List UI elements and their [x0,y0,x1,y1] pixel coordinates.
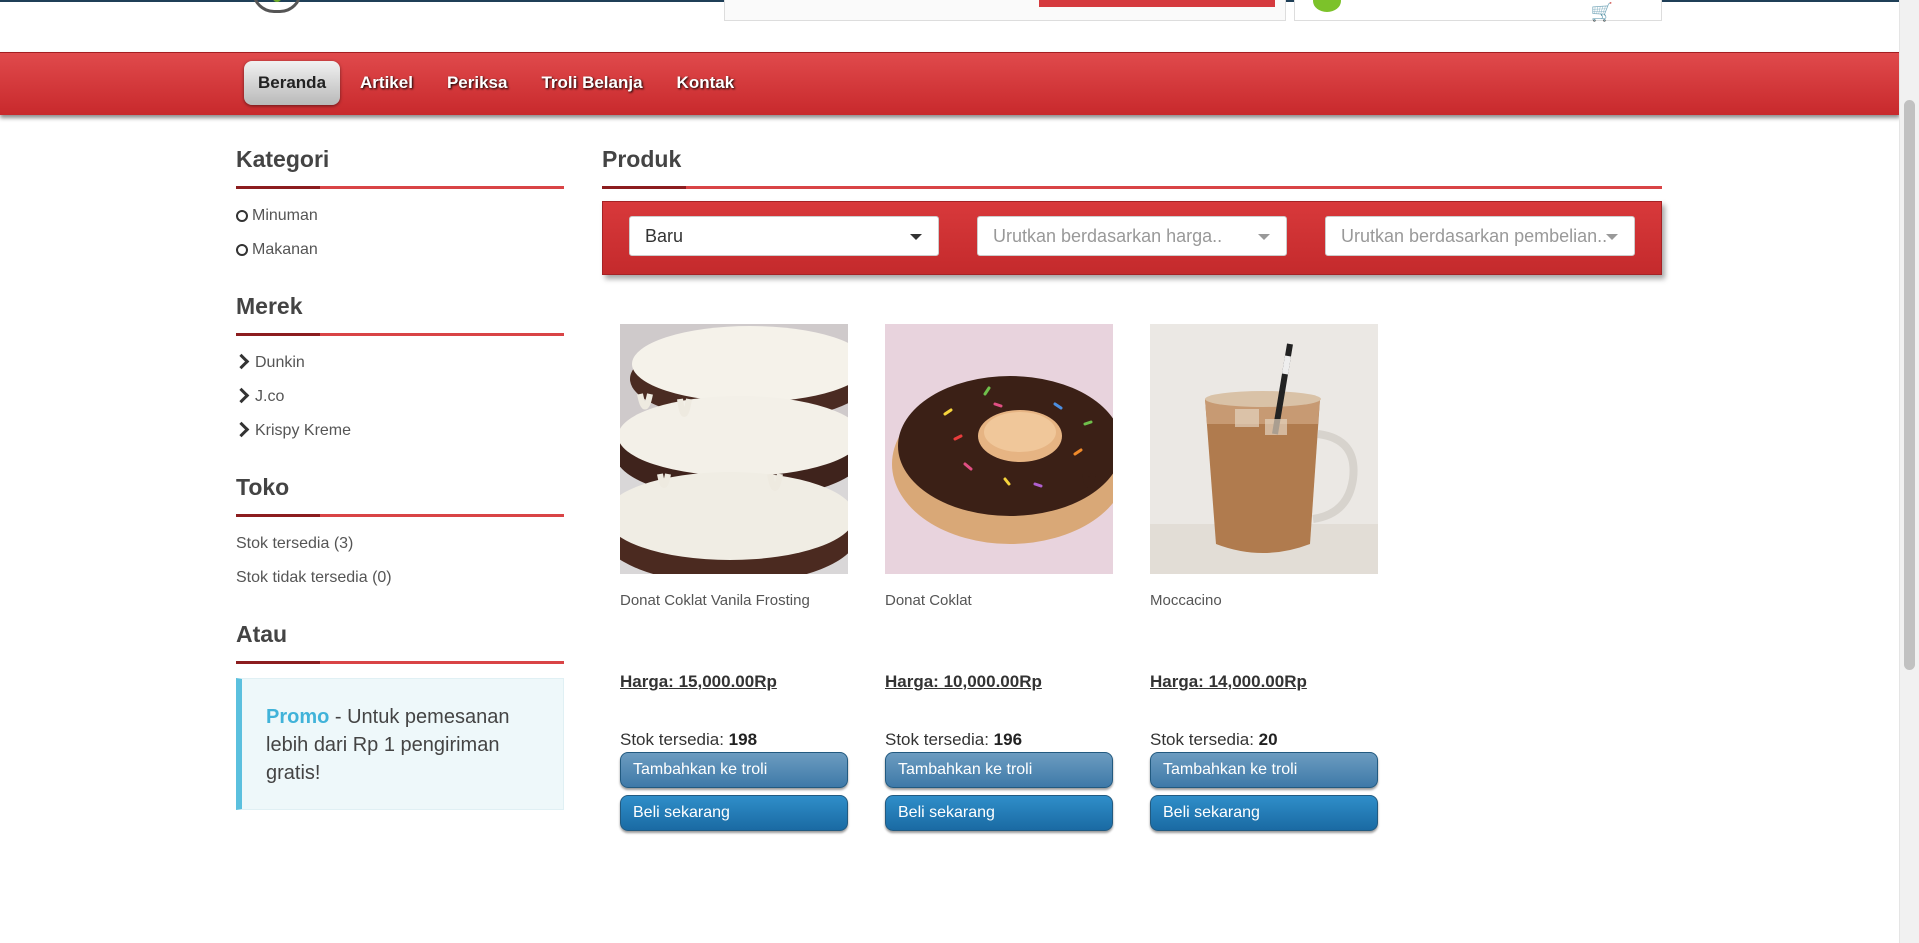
circle-bullet-icon [236,209,248,222]
product-image[interactable] [885,324,1113,574]
brand-section: Merek Dunkin J.co Krispy Kreme [233,293,564,448]
site-header: 🛒 [0,0,1900,52]
product-image[interactable] [620,324,848,574]
product-price[interactable]: Harga: 15,000.00Rp [620,672,777,692]
or-section: Atau Promo - Untuk pemesanan lebih dari … [236,621,564,810]
filter-bar: Baru Urutkan berdasarkan harga.. Urutkan… [602,201,1662,275]
or-title: Atau [236,621,288,647]
add-to-cart-button[interactable]: Tambahkan ke troli [620,752,848,788]
header-cart-widget[interactable]: 🛒 [1294,0,1662,23]
promo-label: Promo [266,706,330,728]
section-divider [602,186,1662,189]
scrollbar-thumb[interactable] [1904,100,1915,670]
price-sort-placeholder: Urutkan berdasarkan harga.. [993,226,1223,246]
price-sort-select[interactable]: Urutkan berdasarkan harga.. [977,216,1287,256]
header-search-area[interactable] [724,0,1286,21]
newest-select[interactable]: Baru [629,216,939,256]
stock-label: Stok tersedia: [1150,730,1259,749]
stock-available-filter[interactable]: Stok tersedia (3) [236,527,564,561]
chevron-right-icon [233,421,250,438]
purchase-sort-placeholder: Urutkan berdasarkan pembelian.. [1341,226,1608,246]
nav-item-kontak[interactable]: Kontak [663,61,749,105]
product-stock: Stok tersedia: 20 [1150,730,1378,750]
stock-value: 198 [728,730,758,749]
brand-label: J.co [255,388,285,405]
brand-label: Dunkin [255,354,305,371]
purchase-sort-select[interactable]: Urutkan berdasarkan pembelian.. [1325,216,1635,256]
stock-unavailable-filter[interactable]: Stok tidak tersedia (0) [236,561,564,595]
product-card: Moccacino Harga: 14,000.00Rp Stok tersed… [1150,324,1378,831]
brand-item-krispy-kreme[interactable]: Krispy Kreme [233,414,564,448]
section-divider [236,661,564,664]
store-section: Toko Stok tersedia (3) Stok tidak tersed… [236,474,564,595]
product-name[interactable]: Moccacino [1150,592,1378,652]
add-to-cart-button[interactable]: Tambahkan ke troli [885,752,1113,788]
store-title: Toko [236,474,290,500]
product-stock: Stok tersedia: 198 [620,730,848,750]
brand-title: Merek [236,293,303,319]
product-price[interactable]: Harga: 10,000.00Rp [885,672,1042,692]
promo-box: Promo - Untuk pemesanan lebih dari Rp 1 … [236,678,564,810]
nav-item-artikel[interactable]: Artikel [346,61,427,105]
brand-item-dunkin[interactable]: Dunkin [233,346,564,380]
caret-down-icon [910,234,922,240]
sidebar: Kategori Minuman Makanan Merek Dunkin J.… [233,146,564,836]
cart-icon[interactable]: 🛒 [1591,2,1613,23]
caret-down-icon [1258,234,1270,240]
product-stock: Stok tersedia: 196 [885,730,1113,750]
category-title: Kategori [236,146,330,172]
chevron-right-icon [233,387,250,404]
category-label: Minuman [252,207,318,224]
product-title: Produk [602,146,682,172]
chevron-right-icon [233,353,250,370]
cart-badge-icon [1313,0,1341,12]
product-image[interactable] [1150,324,1378,574]
section-divider [236,514,564,517]
buy-now-button[interactable]: Beli sekarang [885,795,1113,831]
category-item-makanan[interactable]: Makanan [236,233,564,267]
brand-label: Krispy Kreme [255,422,352,439]
circle-bullet-icon [236,243,248,256]
nav-item-beranda[interactable]: Beranda [244,61,341,105]
main-navbar: Beranda Artikel Periksa Troli Belanja Ko… [0,52,1900,115]
page-scrollbar[interactable] [1899,0,1919,943]
section-divider [236,333,564,336]
stock-label: Stok tersedia: [620,730,729,749]
product-card: Donat Coklat Harga: 10,000.00Rp Stok ter… [885,324,1113,831]
product-name[interactable]: Donat Coklat Vanila Frosting [620,592,848,652]
section-divider [236,186,564,189]
product-price[interactable]: Harga: 14,000.00Rp [1150,672,1307,692]
add-to-cart-button[interactable]: Tambahkan ke troli [1150,752,1378,788]
site-logo[interactable] [252,0,302,13]
nav-menu: Beranda Artikel Periksa Troli Belanja Ko… [244,61,748,105]
product-area: Produk Baru Urutkan berdasarkan harga.. … [602,146,1662,831]
product-card: Donat Coklat Vanila Frosting Harga: 15,0… [620,324,848,831]
search-button[interactable] [1039,0,1275,7]
newest-select-value: Baru [645,226,684,246]
stock-value: 196 [993,730,1023,749]
buy-now-button[interactable]: Beli sekarang [620,795,848,831]
logo-leaf-icon [272,0,282,2]
category-section: Kategori Minuman Makanan [236,146,564,267]
caret-down-icon [1606,234,1618,240]
product-grid: Donat Coklat Vanila Frosting Harga: 15,0… [620,324,1378,831]
buy-now-button[interactable]: Beli sekarang [1150,795,1378,831]
nav-item-periksa[interactable]: Periksa [433,61,522,105]
brand-item-jco[interactable]: J.co [233,380,564,414]
product-name[interactable]: Donat Coklat [885,592,1113,652]
nav-item-troli-belanja[interactable]: Troli Belanja [527,61,656,105]
stock-label: Stok tersedia: [885,730,994,749]
category-label: Makanan [252,241,318,258]
stock-value: 20 [1258,730,1278,749]
category-item-minuman[interactable]: Minuman [236,199,564,233]
